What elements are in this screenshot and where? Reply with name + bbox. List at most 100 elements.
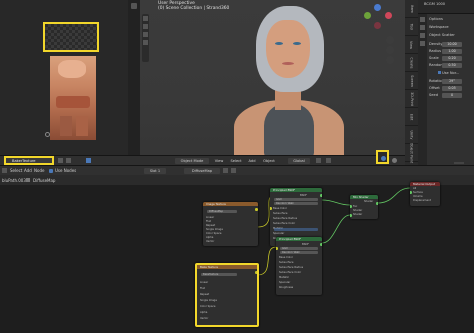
node-title: Mix Shader <box>350 195 378 199</box>
tab-label: Tool <box>409 23 414 30</box>
node-row: All <box>413 187 417 190</box>
rotate-tool-icon[interactable] <box>143 32 148 37</box>
copy-material-icon[interactable] <box>223 168 228 173</box>
radius-field[interactable]: 1.00 <box>442 49 462 54</box>
node-title: Image Texture <box>203 202 258 206</box>
menu-object[interactable]: Object <box>260 158 278 164</box>
zoom-icon[interactable] <box>386 36 394 44</box>
breadcrumb-object[interactable]: bluPath.003 <box>2 178 26 183</box>
object-scatter-panel-header[interactable]: Object Scatter <box>429 33 473 39</box>
neg-x-axis-icon[interactable] <box>374 22 381 29</box>
outliner[interactable]: BCGM 1000 <box>418 0 474 14</box>
tab-edit[interactable]: Edit <box>405 108 418 126</box>
fake-user-icon[interactable] <box>231 168 236 173</box>
checkbox-label: Use Nor... <box>442 71 460 75</box>
menu-view[interactable]: View <box>212 158 226 164</box>
menu-node[interactable]: Node <box>34 168 44 173</box>
seed-field[interactable]: 0 <box>442 93 462 98</box>
material-preview-shading-icon[interactable] <box>381 156 386 161</box>
color-output-socket[interactable] <box>255 208 258 211</box>
node-row: Specular <box>273 232 285 235</box>
image-name: BakeTexture <box>203 273 219 276</box>
mode-select[interactable]: Object Mode <box>175 158 209 164</box>
navigation-gizmo[interactable] <box>362 4 392 32</box>
menu-add[interactable]: Add <box>24 168 32 173</box>
pan-icon[interactable] <box>386 46 394 54</box>
tab-item[interactable]: Item <box>405 0 418 18</box>
image-selector[interactable]: BakerTexture <box>4 156 54 165</box>
tab-unity[interactable]: Unity <box>405 126 418 144</box>
cursor-2d-icon[interactable] <box>45 132 50 137</box>
editor-type-icon[interactable] <box>2 168 7 173</box>
output-tab-icon[interactable] <box>420 33 425 38</box>
use-normal-row[interactable]: Use Nor... <box>438 71 474 77</box>
camera-icon[interactable] <box>386 56 394 64</box>
bsdf-output-socket[interactable] <box>320 243 322 246</box>
use-normal-checkbox[interactable] <box>438 71 441 74</box>
move-tool-icon[interactable] <box>143 24 148 29</box>
render-tab-icon[interactable] <box>420 25 425 30</box>
y-axis-icon[interactable] <box>364 12 371 19</box>
tab-3d-print[interactable]: 3D-Print <box>405 90 418 108</box>
material-select[interactable]: DiffuseMap <box>184 168 220 174</box>
color-output-socket[interactable] <box>255 271 257 274</box>
bsdf-output-socket[interactable] <box>320 194 322 197</box>
menu-select[interactable]: Select <box>228 158 244 164</box>
base-color-input-socket[interactable] <box>276 247 278 250</box>
menu-add[interactable]: Add <box>246 158 258 164</box>
bake-texture-preview[interactable] <box>43 22 99 52</box>
view-tool-icon[interactable] <box>131 3 137 9</box>
snap-icon[interactable] <box>316 158 321 163</box>
tab-create[interactable]: Create <box>405 54 418 72</box>
scene-tab-icon[interactable] <box>420 41 425 46</box>
x-axis-icon[interactable] <box>385 12 392 19</box>
scale-field[interactable]: 0.20 <box>442 56 462 61</box>
3d-viewport[interactable]: User Perspective (0) Scene Collection | … <box>140 0 405 165</box>
shader-output-socket[interactable] <box>376 202 378 205</box>
node-breadcrumb-bar: bluPath.003 DiffuseMap <box>0 175 474 185</box>
rotation-field[interactable]: 29° <box>442 79 462 84</box>
base-color-input-socket[interactable] <box>270 207 272 210</box>
workspace-panel-header[interactable]: Workspace <box>429 25 473 31</box>
select-tool-icon[interactable] <box>143 16 148 21</box>
node-canvas[interactable]: Image Texture DiffuseMap Linear Flat Rep… <box>0 182 474 333</box>
surface-input-socket[interactable] <box>410 191 412 194</box>
shader-input-socket[interactable] <box>350 214 352 217</box>
z-axis-icon[interactable] <box>374 4 381 11</box>
outliner-item[interactable]: BCGM 1000 <box>424 2 445 6</box>
node-row: Volume <box>413 195 423 198</box>
display-channel-icon[interactable] <box>86 158 91 163</box>
tool-tab-icon[interactable] <box>420 17 425 22</box>
tab-object-paint[interactable]: Object Paint <box>405 142 418 163</box>
transform-orientation-select[interactable]: Global <box>288 158 310 164</box>
metallic-slider[interactable] <box>274 228 318 231</box>
options-panel-header[interactable]: Options <box>429 17 473 23</box>
mix-shader-node[interactable]: Mix Shader Shader Fac Shader Shader <box>350 195 378 219</box>
character-model[interactable] <box>220 0 350 160</box>
image-texture-node[interactable]: Image Texture DiffuseMap Linear Flat Rep… <box>203 202 258 246</box>
node-row: BSDF <box>302 243 309 246</box>
proportional-edit-icon[interactable] <box>326 158 331 163</box>
tab-tool[interactable]: Tool <box>405 18 418 36</box>
open-image-icon[interactable] <box>66 158 71 163</box>
breadcrumb-material[interactable]: DiffuseMap <box>33 178 55 183</box>
viewport-toolbar <box>142 14 149 62</box>
tab-screen[interactable]: Screen <box>405 72 418 90</box>
new-image-icon[interactable] <box>58 158 63 163</box>
bake-texture-node[interactable]: Bake Texture BakeTexture Linear Flat Rep… <box>195 263 259 327</box>
tab-view[interactable]: View <box>405 36 418 54</box>
use-nodes-checkbox[interactable] <box>49 169 53 173</box>
shader-input-socket[interactable] <box>350 205 352 208</box>
random-field[interactable]: 0.50 <box>442 63 462 68</box>
image-editor[interactable]: BakerTexture <box>0 0 140 165</box>
viewport-shading-highlight[interactable] <box>376 150 389 164</box>
density-field[interactable]: 10.00 <box>442 42 462 47</box>
rendered-shading-icon[interactable] <box>392 158 397 163</box>
slot-select[interactable]: Slot 1 <box>144 168 166 174</box>
menu-select[interactable]: Select <box>10 168 22 173</box>
principled-bsdf-node[interactable]: Principled BSDF BSDF GGX Random Walk Bas… <box>276 237 322 295</box>
scale-tool-icon[interactable] <box>143 40 148 45</box>
material-output-node[interactable]: Material Output All Surface Volume Displ… <box>410 182 440 206</box>
viewport-collection-label: (0) Scene Collection | Strand360 <box>158 6 230 11</box>
offset-field[interactable]: 0.05 <box>442 86 462 91</box>
